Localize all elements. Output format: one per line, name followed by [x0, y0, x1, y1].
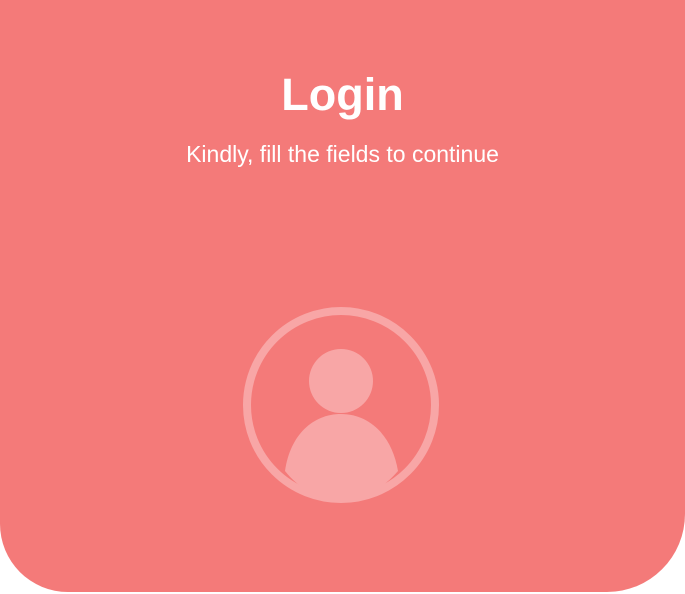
avatar-body [285, 414, 398, 499]
user-avatar-icon [241, 305, 441, 505]
avatar-head [309, 349, 373, 413]
page-subtitle: Kindly, fill the fields to continue [186, 141, 499, 167]
page-title: Login [281, 69, 404, 120]
login-screen: Login Kindly, fill the fields to continu… [0, 0, 685, 594]
header-background: Login Kindly, fill the fields to continu… [0, 0, 685, 592]
